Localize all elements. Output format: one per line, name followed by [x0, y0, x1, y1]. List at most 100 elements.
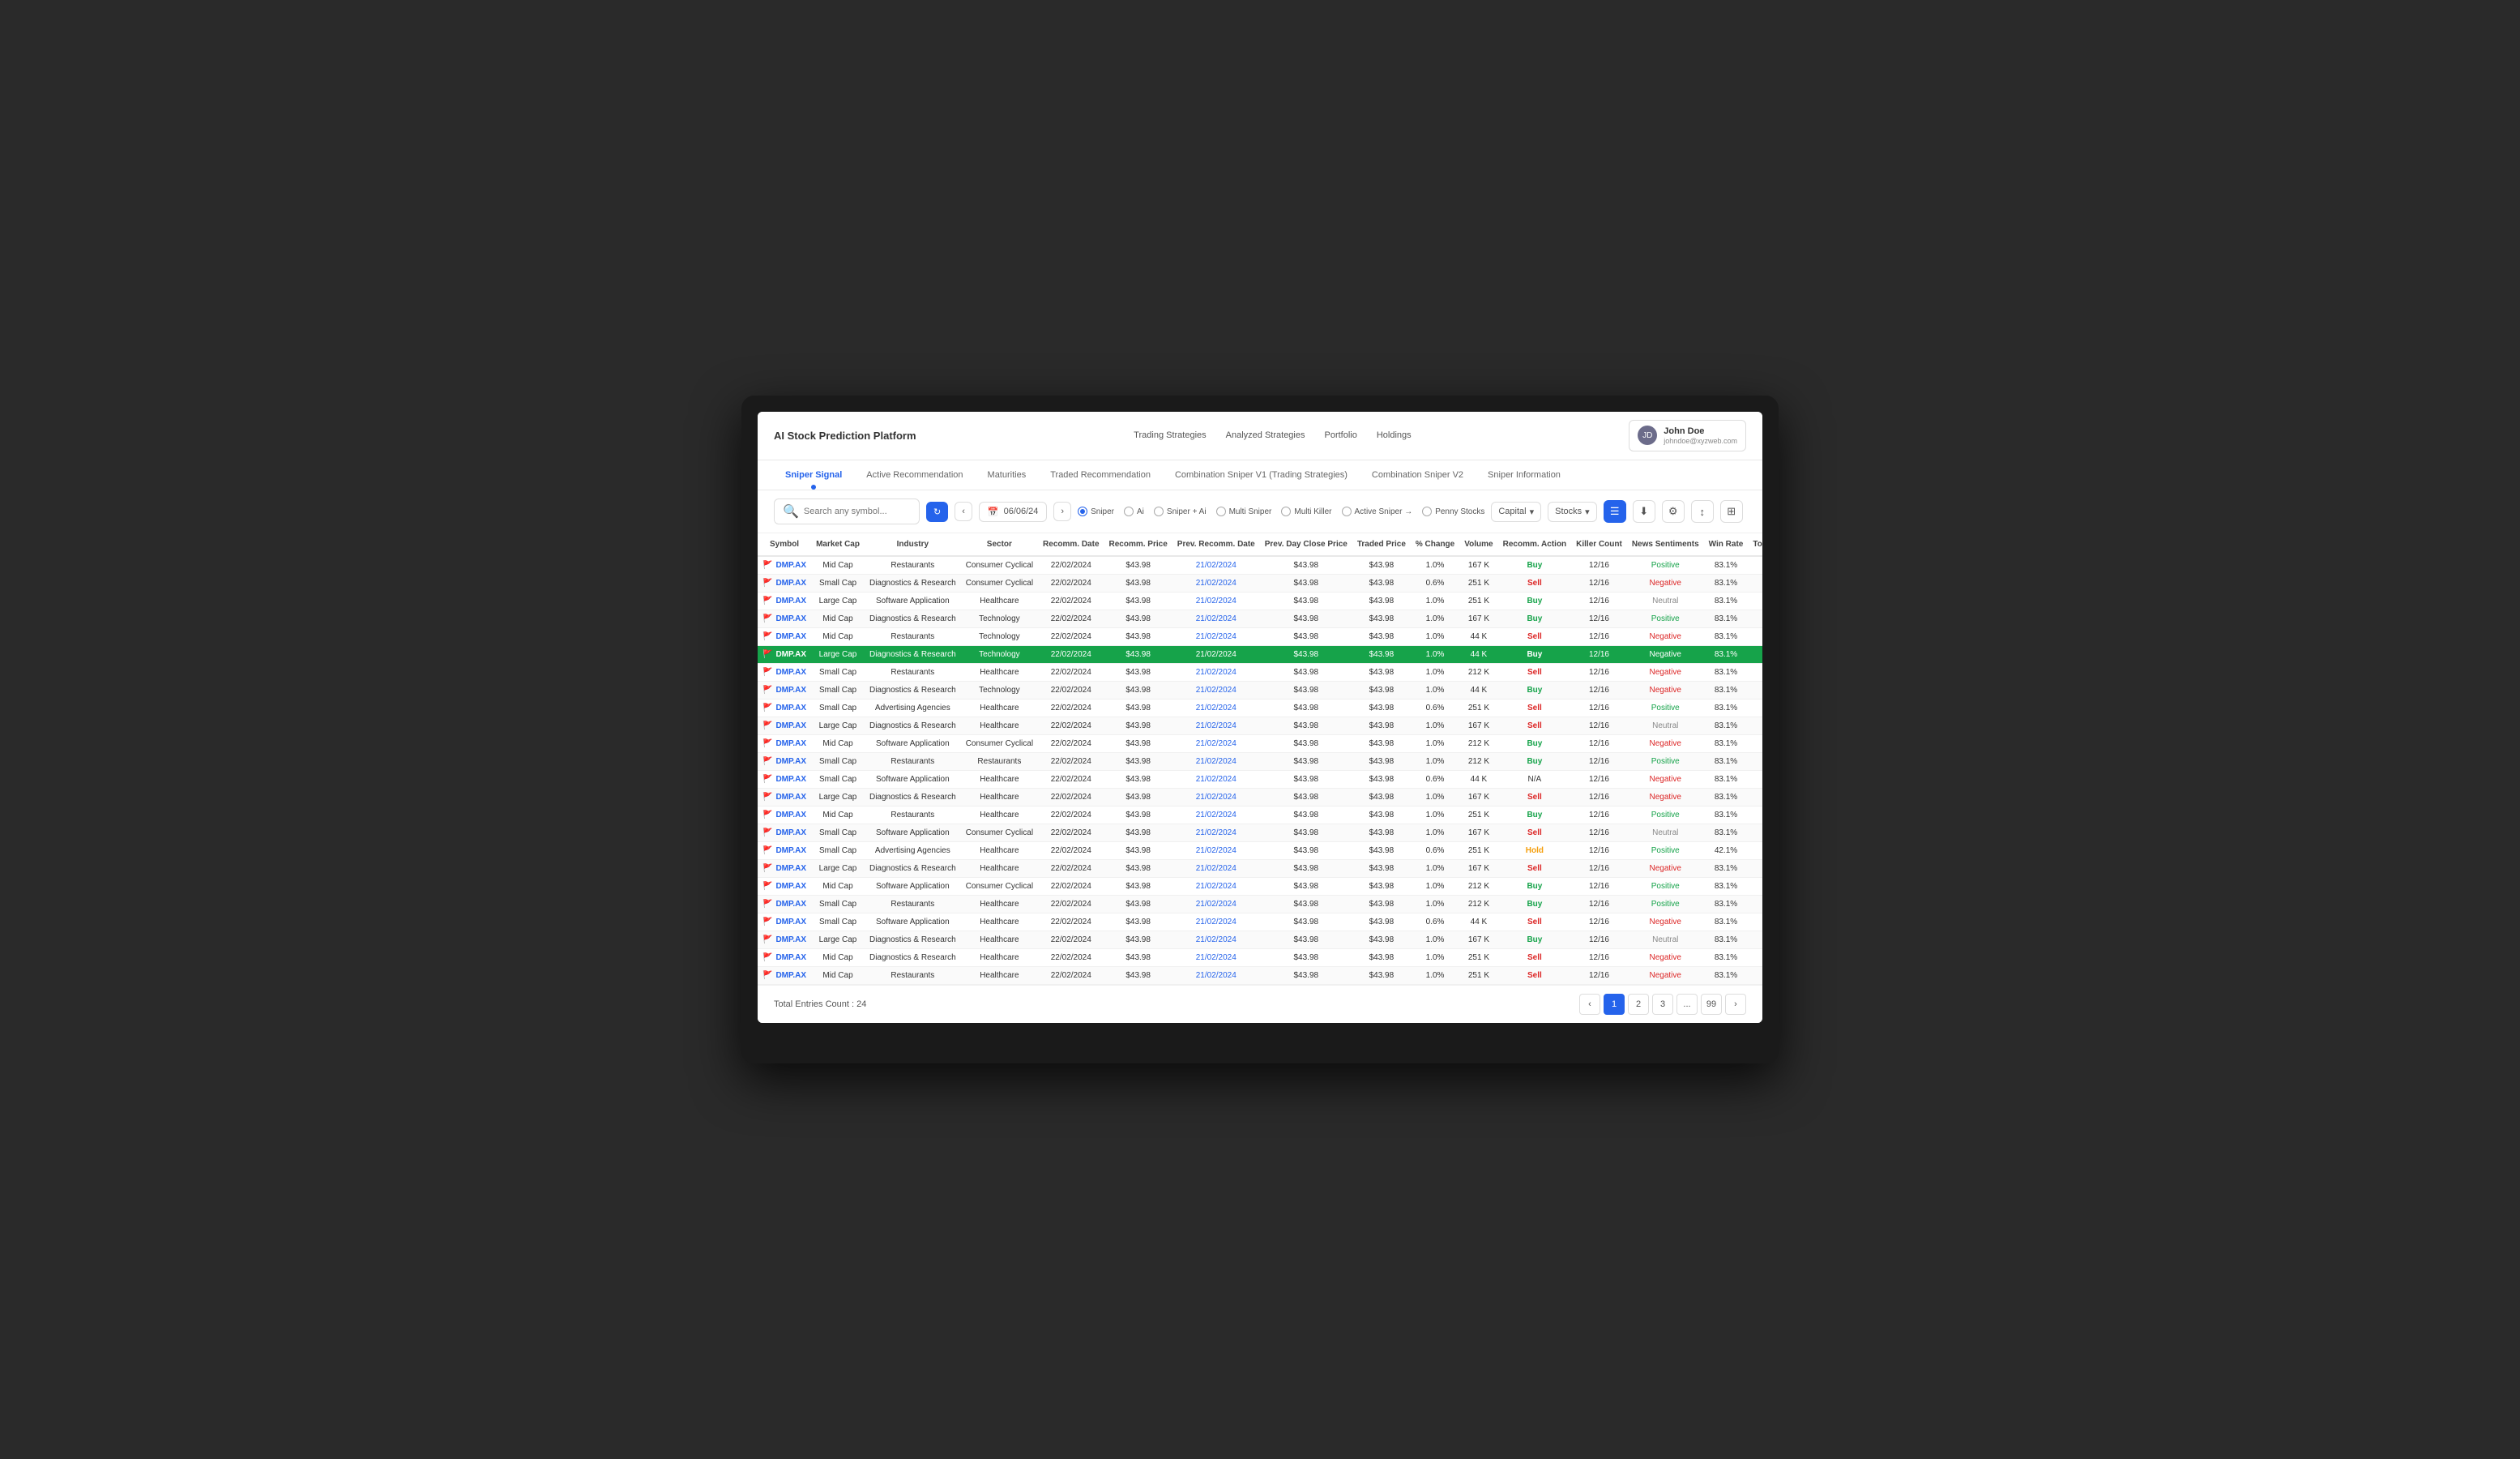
cell-sentiment: Negative: [1627, 860, 1704, 878]
table-row[interactable]: 🚩 DMP.AX Small Cap Software Application …: [758, 824, 1762, 842]
prev-date-link[interactable]: 21/02/2024: [1196, 846, 1237, 855]
prev-date-link[interactable]: 21/02/2024: [1196, 579, 1237, 588]
prev-date-link[interactable]: 21/02/2024: [1196, 882, 1237, 891]
table-row[interactable]: 🚩 DMP.AX Small Cap Restaurants Healthcar…: [758, 896, 1762, 913]
prev-date-link[interactable]: 21/02/2024: [1196, 900, 1237, 909]
prev-date-link[interactable]: 21/02/2024: [1196, 775, 1237, 784]
symbol-flag-icon: 🚩: [762, 900, 772, 909]
page-2-button[interactable]: 2: [1628, 994, 1649, 1015]
radio-sniper-ai[interactable]: Sniper + Ai: [1154, 507, 1207, 516]
stocks-dropdown[interactable]: Stocks ▾: [1548, 502, 1597, 522]
search-box[interactable]: 🔍: [774, 498, 920, 524]
capital-dropdown[interactable]: Capital ▾: [1491, 502, 1541, 522]
prev-date-link[interactable]: 21/02/2024: [1196, 811, 1237, 819]
prev-date-link[interactable]: 21/02/2024: [1196, 650, 1237, 659]
table-row[interactable]: 🚩 DMP.AX Small Cap Diagnostics & Researc…: [758, 575, 1762, 593]
radio-multi-sniper-circle: [1216, 507, 1226, 516]
page-1-button[interactable]: 1: [1604, 994, 1625, 1015]
prev-date-link[interactable]: 21/02/2024: [1196, 953, 1237, 962]
prev-date-link[interactable]: 21/02/2024: [1196, 828, 1237, 837]
tab-active-recommendation[interactable]: Active Recommendation: [855, 460, 974, 490]
prev-date-link[interactable]: 21/02/2024: [1196, 614, 1237, 623]
table-view-button[interactable]: ☰: [1604, 500, 1626, 523]
table-row[interactable]: 🚩 DMP.AX Mid Cap Diagnostics & Research …: [758, 610, 1762, 628]
tab-sniper-information[interactable]: Sniper Information: [1476, 460, 1572, 490]
col-prev-recomm-date: Prev. Recomm. Date: [1172, 533, 1260, 556]
table-row[interactable]: 🚩 DMP.AX Large Cap Diagnostics & Researc…: [758, 717, 1762, 735]
page-last-button[interactable]: 99: [1701, 994, 1722, 1015]
radio-multi-sniper[interactable]: Multi Sniper: [1216, 507, 1272, 516]
page-3-button[interactable]: 3: [1652, 994, 1673, 1015]
user-info[interactable]: JD John Doe johndoe@xyzweb.com: [1629, 420, 1746, 452]
sort-button[interactable]: ↕: [1691, 500, 1714, 523]
table-row[interactable]: 🚩 DMP.AX Mid Cap Restaurants Healthcare …: [758, 967, 1762, 985]
cell-win-rate: 83.1%: [1704, 878, 1749, 896]
next-date-button[interactable]: ›: [1053, 502, 1071, 521]
radio-sniper[interactable]: Sniper: [1078, 507, 1114, 516]
radio-ai[interactable]: Ai: [1124, 507, 1144, 516]
prev-page-button[interactable]: ‹: [1579, 994, 1600, 1015]
prev-date-link[interactable]: 21/02/2024: [1196, 561, 1237, 570]
nav-analyzed-strategies[interactable]: Analyzed Strategies: [1226, 430, 1305, 440]
cell-traded-price: $43.98: [1352, 771, 1411, 789]
prev-date-link[interactable]: 21/02/2024: [1196, 597, 1237, 605]
date-picker[interactable]: 📅 06/06/24: [979, 502, 1048, 522]
prev-date-link[interactable]: 21/02/2024: [1196, 918, 1237, 926]
prev-date-link[interactable]: 21/02/2024: [1196, 668, 1237, 677]
tab-traded-recommendation[interactable]: Traded Recommendation: [1039, 460, 1162, 490]
table-row[interactable]: 🚩 DMP.AX Mid Cap Software Application Co…: [758, 878, 1762, 896]
prev-date-link[interactable]: 21/02/2024: [1196, 793, 1237, 802]
table-row[interactable]: 🚩 DMP.AX Small Cap Advertising Agencies …: [758, 842, 1762, 860]
prev-date-link[interactable]: 21/02/2024: [1196, 971, 1237, 980]
table-row[interactable]: 🚩 DMP.AX Large Cap Software Application …: [758, 593, 1762, 610]
prev-date-link[interactable]: 21/02/2024: [1196, 757, 1237, 766]
tab-combination-sniper-v2[interactable]: Combination Sniper V2: [1360, 460, 1475, 490]
tab-combination-sniper-v1[interactable]: Combination Sniper V1 (Trading Strategie…: [1164, 460, 1359, 490]
prev-date-link[interactable]: 21/02/2024: [1196, 704, 1237, 712]
nav-portfolio[interactable]: Portfolio: [1325, 430, 1357, 440]
table-row[interactable]: 🚩 DMP.AX Small Cap Restaurants Healthcar…: [758, 664, 1762, 682]
prev-date-link[interactable]: 21/02/2024: [1196, 864, 1237, 873]
table-row[interactable]: 🚩 DMP.AX Small Cap Advertising Agencies …: [758, 700, 1762, 717]
table-row[interactable]: 🚩 DMP.AX Large Cap Diagnostics & Researc…: [758, 646, 1762, 664]
table-row[interactable]: 🚩 DMP.AX Large Cap Diagnostics & Researc…: [758, 789, 1762, 807]
table-row[interactable]: 🚩 DMP.AX Small Cap Restaurants Restauran…: [758, 753, 1762, 771]
sentiment-label: Negative: [1650, 953, 1681, 962]
prev-date-link[interactable]: 21/02/2024: [1196, 632, 1237, 641]
cell-industry: Software Application: [865, 878, 961, 896]
download-button[interactable]: ⬇: [1633, 500, 1655, 523]
filter-button[interactable]: ⚙: [1662, 500, 1685, 523]
radio-active-sniper[interactable]: Active Sniper →: [1342, 507, 1413, 516]
table-row[interactable]: 🚩 DMP.AX Mid Cap Software Application Co…: [758, 735, 1762, 753]
prev-date-link[interactable]: 21/02/2024: [1196, 739, 1237, 748]
grid-button[interactable]: ⊞: [1720, 500, 1743, 523]
table-row[interactable]: 🚩 DMP.AX Large Cap Diagnostics & Researc…: [758, 860, 1762, 878]
radio-penny-stocks[interactable]: Penny Stocks: [1422, 507, 1484, 516]
tab-sniper-signal[interactable]: Sniper Signal: [774, 460, 853, 490]
table-row[interactable]: 🚩 DMP.AX Large Cap Diagnostics & Researc…: [758, 931, 1762, 949]
nav-holdings[interactable]: Holdings: [1377, 430, 1412, 440]
table-row[interactable]: 🚩 DMP.AX Mid Cap Restaurants Healthcare …: [758, 807, 1762, 824]
refresh-button[interactable]: ↻: [926, 502, 948, 522]
cell-traded-price: $43.98: [1352, 628, 1411, 646]
nav-trading-strategies[interactable]: Trading Strategies: [1134, 430, 1206, 440]
table-row[interactable]: 🚩 DMP.AX Mid Cap Diagnostics & Research …: [758, 949, 1762, 967]
table-row[interactable]: 🚩 DMP.AX Mid Cap Restaurants Technology …: [758, 628, 1762, 646]
prev-date-link[interactable]: 21/02/2024: [1196, 686, 1237, 695]
search-input[interactable]: [804, 507, 911, 516]
symbol-flag-icon: 🚩: [762, 935, 772, 944]
table-row[interactable]: 🚩 DMP.AX Small Cap Software Application …: [758, 913, 1762, 931]
prev-date-button[interactable]: ‹: [955, 502, 972, 521]
table-row[interactable]: 🚩 DMP.AX Mid Cap Restaurants Consumer Cy…: [758, 556, 1762, 575]
prev-date-link[interactable]: 21/02/2024: [1196, 721, 1237, 730]
table-row[interactable]: 🚩 DMP.AX Small Cap Diagnostics & Researc…: [758, 682, 1762, 700]
next-page-button[interactable]: ›: [1725, 994, 1746, 1015]
radio-multi-killer[interactable]: Multi Killer: [1281, 507, 1331, 516]
cell-recomm-price: $43.98: [1104, 949, 1172, 967]
prev-date-link[interactable]: 21/02/2024: [1196, 935, 1237, 944]
table-row[interactable]: 🚩 DMP.AX Small Cap Software Application …: [758, 771, 1762, 789]
tab-maturities[interactable]: Maturities: [976, 460, 1038, 490]
cell-volume: 167 K: [1459, 610, 1497, 628]
cell-recomm-price: $43.98: [1104, 824, 1172, 842]
cell-prev-recomm-date: 21/02/2024: [1172, 735, 1260, 753]
